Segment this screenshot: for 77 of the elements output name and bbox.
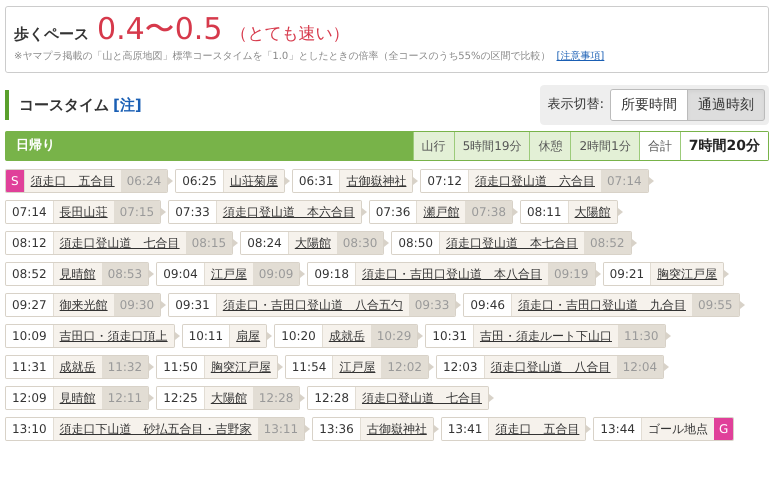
- summary-label: 休憩: [529, 132, 570, 160]
- place-link[interactable]: 成就岳: [322, 325, 371, 347]
- summary-title: 日帰り: [15, 137, 56, 156]
- pace-rating: （とても速い）: [230, 23, 350, 46]
- departure-time: 09:19: [548, 263, 595, 285]
- place-link[interactable]: 瀬戸館: [416, 201, 466, 223]
- place-link[interactable]: 須走口下山道 砂払五合目・吉野家: [52, 418, 258, 440]
- place-name: ゴール地点: [640, 418, 714, 440]
- pace-value: 0.4〜0.5: [97, 11, 222, 49]
- place-link[interactable]: 須走口登山道 八合目: [484, 356, 617, 378]
- place-link[interactable]: 須走口・吉田口登山道 本八合目: [354, 263, 548, 285]
- arrival-time: 07:36: [370, 201, 416, 223]
- summary-label: 合計: [638, 132, 680, 160]
- summary-value: 5時間19分: [454, 132, 530, 160]
- place-link[interactable]: 山荘菊屋: [222, 170, 284, 192]
- place-link[interactable]: 大陽館: [204, 387, 253, 409]
- departure-time: 09:55: [692, 294, 739, 316]
- departure-time: 12:11: [102, 387, 148, 409]
- place-link[interactable]: 須走口登山道 七合目: [354, 387, 488, 409]
- section-title: コースタイム: [19, 94, 109, 116]
- place-link[interactable]: 扇屋: [229, 325, 266, 347]
- summary-label: 山行: [412, 132, 454, 160]
- departure-time: 11:30: [618, 325, 665, 347]
- departure-time: 08:53: [102, 263, 148, 285]
- place-link[interactable]: 須走口登山道 七合目: [52, 232, 186, 254]
- place-link[interactable]: 御来光館: [52, 294, 114, 316]
- place-link[interactable]: 見晴館: [52, 387, 102, 409]
- place-link[interactable]: 成就岳: [52, 356, 102, 378]
- place-link[interactable]: 大陽館: [288, 232, 337, 254]
- departure-time: 09:09: [252, 263, 300, 285]
- place-link[interactable]: 須走口 五合目: [24, 170, 121, 192]
- display-mode-tab[interactable]: 通過時刻: [687, 89, 765, 121]
- place-link[interactable]: 胸突江戸屋: [204, 356, 277, 378]
- note-link[interactable]: [注]: [113, 94, 142, 116]
- place-link[interactable]: 須走口・吉田口登山道 九合目: [510, 294, 692, 316]
- toggle-label: 表示切替:: [548, 96, 604, 114]
- place-link[interactable]: 江戸屋: [332, 356, 382, 378]
- departure-time: 08:52: [584, 232, 631, 254]
- place-link[interactable]: 須走口登山道 本七合目: [438, 232, 584, 254]
- departure-time: 06:24: [120, 170, 168, 192]
- departure-time: 13:11: [258, 418, 304, 440]
- place-link[interactable]: 見晴館: [52, 263, 102, 285]
- place-link[interactable]: 江戸屋: [204, 263, 253, 285]
- departure-time: 09:33: [408, 294, 456, 316]
- place-link[interactable]: 須走口・吉田口登山道 八合五勺: [216, 294, 409, 316]
- departure-time: 10:29: [370, 325, 418, 347]
- display-mode-tab[interactable]: 所要時間: [610, 89, 688, 121]
- departure-time: 08:30: [336, 232, 384, 254]
- place-link[interactable]: 大陽館: [568, 201, 617, 223]
- place-link[interactable]: 古御嶽神社: [339, 170, 412, 192]
- caution-link[interactable]: [注意事項]: [556, 49, 604, 64]
- departure-time: 07:38: [465, 201, 512, 223]
- departure-time: 08:15: [186, 232, 232, 254]
- summary-value: 2時間1分: [570, 132, 639, 160]
- pace-label: 歩くペース: [14, 24, 89, 45]
- place-link[interactable]: 須走口登山道 六合目: [468, 170, 601, 192]
- summary-value: 7時間20分: [680, 132, 768, 160]
- departure-time: 12:04: [616, 356, 664, 378]
- departure-time: 07:15: [114, 201, 160, 223]
- place-link[interactable]: 吉田口・須走口頂上: [52, 325, 174, 347]
- place-link[interactable]: 吉田・須走ルート下山口: [472, 325, 618, 347]
- departure-time: 12:28: [252, 387, 300, 409]
- place-link[interactable]: 長田山荘: [52, 201, 114, 223]
- departure-time: 11:32: [102, 356, 148, 378]
- start-badge: S: [6, 170, 24, 192]
- arrival-time: 06:31: [292, 170, 340, 192]
- departure-time: 09:30: [114, 294, 160, 316]
- place-link[interactable]: 須走口登山道 本六合目: [216, 201, 361, 223]
- place-link[interactable]: 古御嶽神社: [360, 418, 433, 440]
- arrival-time: 11:54: [286, 356, 332, 378]
- place-link[interactable]: 胸突江戸屋: [650, 263, 724, 285]
- departure-time: 12:02: [381, 356, 428, 378]
- departure-time: 07:14: [601, 170, 648, 192]
- pace-note: ※ヤマプラ掲載の「山と高原地図」標準コースタイムを「1.0」としたときの倍率（全コースのうち55%の区間で比較）: [14, 50, 551, 64]
- place-link[interactable]: 須走口 五合目: [488, 418, 586, 440]
- goal-badge: G: [714, 418, 734, 440]
- arrival-time: 13:41: [442, 418, 488, 440]
